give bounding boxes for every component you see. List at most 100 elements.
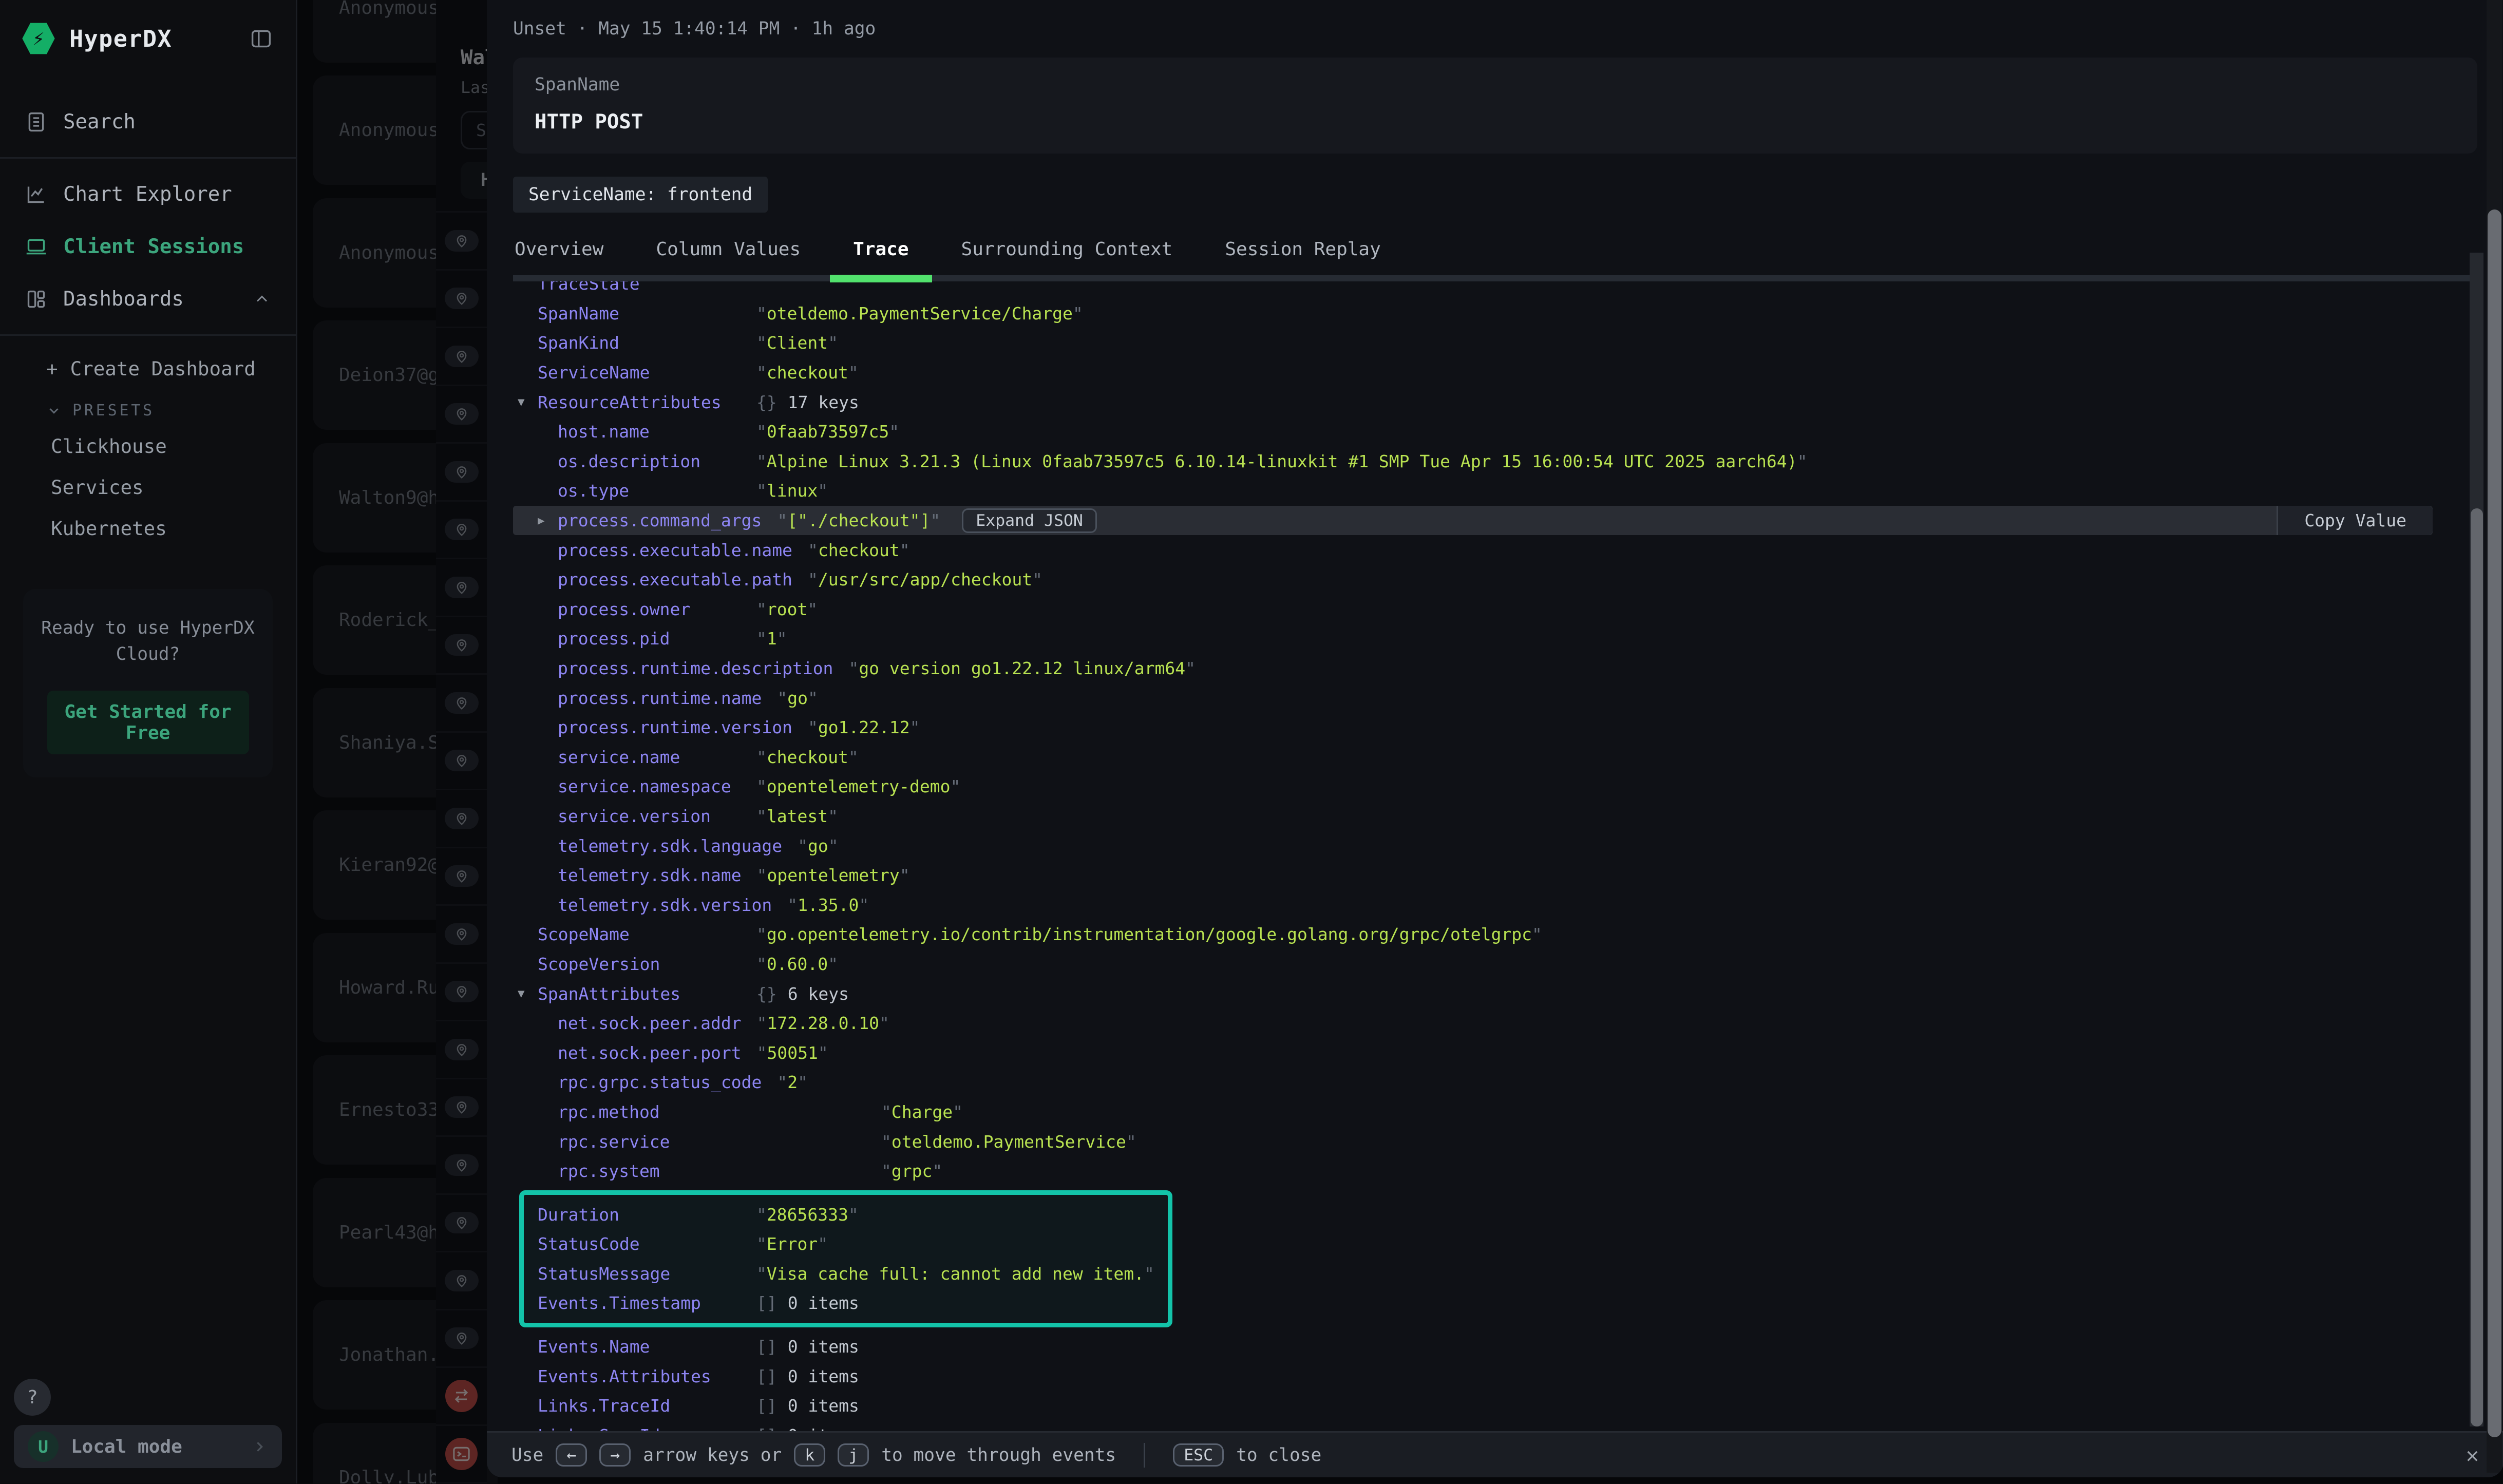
tab-surrounding-context[interactable]: Surrounding Context [961,239,1173,275]
tab-trace[interactable]: Trace [853,239,908,275]
arrow-right-key[interactable]: → [599,1443,631,1467]
sidebar-preset-item[interactable]: Kubernetes [0,508,296,549]
attribute-value: "Visa cache full: cannot add new item." [756,1264,1154,1284]
trace-row[interactable]: ▼ResourceAttributes{}17 keys [513,387,2433,417]
attribute-key: ScopeVersion [538,954,741,974]
attribute-key: process.pid [558,629,741,649]
trace-row[interactable]: StatusMessage "Visa cache full: cannot ad… [524,1259,1168,1289]
trace-row[interactable]: SpanKind"Client" [513,328,2433,358]
trace-row[interactable]: telemetry.sdk.name"opentelemetry" [513,861,2433,890]
attribute-value: "go.opentelemetry.io/contrib/instrumenta… [756,924,1542,944]
trace-row[interactable]: StatusCode"Error" [524,1229,1168,1259]
sidebar-preset-item[interactable]: Services [0,467,296,508]
attribute-value: "go1.22.12" [808,717,920,737]
trace-row[interactable]: Links.TraceId[]0 items [513,1391,2433,1421]
caret-down-icon[interactable]: ▼ [518,395,538,409]
attribute-key: StatusMessage [538,1264,741,1284]
trace-row[interactable]: ScopeVersion"0.60.0" [513,949,2433,979]
trace-row[interactable]: process.owner"root" [513,595,2433,624]
trace-row[interactable]: process.pid"1" [513,624,2433,654]
trace-row[interactable]: rpc.system"grpc" [513,1156,2433,1186]
trace-row[interactable]: process.runtime.description"go version g… [513,654,2433,683]
attribute-key: TraceState [538,281,741,294]
attribute-key: net.sock.peer.port [558,1043,742,1063]
trace-row[interactable]: Events.Timestamp[]0 items [524,1288,1168,1318]
span-name-value: HTTP POST [535,110,2456,134]
attribute-value: "opentelemetry-demo" [756,776,960,796]
trace-row[interactable]: TraceState [513,281,2433,299]
trace-row[interactable]: ScopeName"go.opentelemetry.io/contrib/in… [513,920,2433,949]
j-key[interactable]: j [838,1443,869,1467]
trace-row[interactable]: service.namespace"opentelemetry-demo" [513,772,2433,802]
attribute-value: "linux" [756,481,828,501]
event-detail-modal: Unset · May 15 1:40:14 PM · 1h ago SpanN… [487,0,2503,1477]
tab-overview[interactable]: Overview [515,239,603,275]
help-button[interactable]: ? [14,1379,51,1416]
trace-row[interactable]: ▼SpanAttributes{}6 keys [513,979,2433,1009]
attribute-key: process.runtime.name [558,688,762,708]
attribute-key: rpc.method [558,1102,866,1122]
caret-down-icon[interactable]: ▼ [518,987,538,1000]
trace-row[interactable]: rpc.method"Charge" [513,1097,2433,1127]
caret-right-icon[interactable]: ▶ [538,514,558,527]
trace-row[interactable]: Events.Name[]0 items [513,1332,2433,1362]
sidebar-item-dashboards[interactable]: Dashboards [0,273,296,325]
trace-row[interactable]: os.type"linux" [513,476,2433,506]
expand-json-button[interactable]: Expand JSON [962,508,1097,533]
sidebar-item-chart-explorer[interactable]: Chart Explorer [0,168,296,220]
attribute-meta: []0 items [756,1425,859,1431]
sidebar-collapse-icon[interactable] [248,27,274,50]
divider [0,157,296,159]
esc-key[interactable]: ESC [1173,1443,1224,1467]
sidebar-item-search[interactable]: Search [0,96,296,148]
sidebar-nav: Search Chart Explorer Client Sessions Da… [0,96,296,777]
trace-row[interactable]: net.sock.peer.addr"172.28.0.10" [513,1009,2433,1038]
trace-row[interactable]: Duration"28656333" [524,1200,1168,1229]
service-name-tag[interactable]: ServiceName: frontend [513,177,768,213]
trace-row[interactable]: telemetry.sdk.language"go" [513,831,2433,861]
trace-row[interactable]: service.name"checkout" [513,743,2433,772]
trace-row[interactable]: os.description"Alpine Linux 3.21.3 (Linu… [513,447,2433,477]
trace-row[interactable]: process.executable.path"/usr/src/app/che… [513,565,2433,595]
get-started-button[interactable]: Get Started for Free [47,691,249,754]
footer-close-text: to close [1236,1445,1321,1466]
trace-row[interactable]: host.name"0faab73597c5" [513,417,2433,447]
attribute-key: Events.Name [538,1337,741,1357]
trace-row[interactable]: Events.Attributes[]0 items [513,1361,2433,1391]
tab-column-values[interactable]: Column Values [656,239,801,275]
trace-row[interactable]: net.sock.peer.port "50051" [513,1038,2433,1068]
close-icon[interactable]: ✕ [2466,1442,2479,1468]
trace-row[interactable]: process.executable.name"checkout" [513,535,2433,565]
k-key[interactable]: k [794,1443,825,1467]
presets-label: PRESETS [72,402,155,420]
attribute-key: process.owner [558,599,741,619]
trace-row[interactable]: rpc.grpc.status_code"2" [513,1068,2433,1097]
trace-scrollbar-thumb[interactable] [2471,508,2483,1426]
sidebar-preset-item[interactable]: Clickhouse [0,426,296,467]
copy-value-button[interactable]: Copy Value [2277,506,2433,536]
trace-row[interactable]: ▶process.command_args"["./checkout"]"Exp… [513,506,2433,536]
trace-row[interactable]: rpc.service"oteldemo.PaymentService" [513,1127,2433,1156]
trace-row[interactable]: telemetry.sdk.version"1.35.0" [513,890,2433,920]
tab-session-replay[interactable]: Session Replay [1225,239,1380,275]
attribute-value: "Error" [756,1234,828,1254]
trace-row[interactable]: ServiceName"checkout" [513,358,2433,388]
arrow-left-key[interactable]: ← [556,1443,587,1467]
trace-row[interactable]: Links.SpanId[]0 items [513,1421,2433,1431]
attribute-key: net.sock.peer.addr [558,1013,742,1033]
attribute-value: "50051" [757,1043,828,1063]
create-dashboard-button[interactable]: + Create Dashboard [0,345,296,389]
attribute-key: Events.Timestamp [538,1293,741,1313]
modal-scrollbar-thumb[interactable] [2488,210,2501,1437]
sidebar-item-client-sessions[interactable]: Client Sessions [0,220,296,273]
trace-row[interactable]: SpanName"oteldemo.PaymentService/Charge" [513,299,2433,329]
trace-row[interactable]: process.runtime.name"go" [513,683,2433,713]
attribute-value: "Alpine Linux 3.21.3 (Linux 0faab73597c5… [756,451,1807,471]
plus-icon: + [46,357,58,380]
account-menu[interactable]: U Local mode [14,1425,282,1468]
logo-row: ⚡ HyperDX [0,0,296,55]
trace-row[interactable]: process.runtime.version"go1.22.12" [513,713,2433,743]
presets-toggle[interactable]: PRESETS [0,389,296,426]
attribute-key: Events.Attributes [538,1366,741,1386]
trace-row[interactable]: service.version"latest" [513,802,2433,831]
